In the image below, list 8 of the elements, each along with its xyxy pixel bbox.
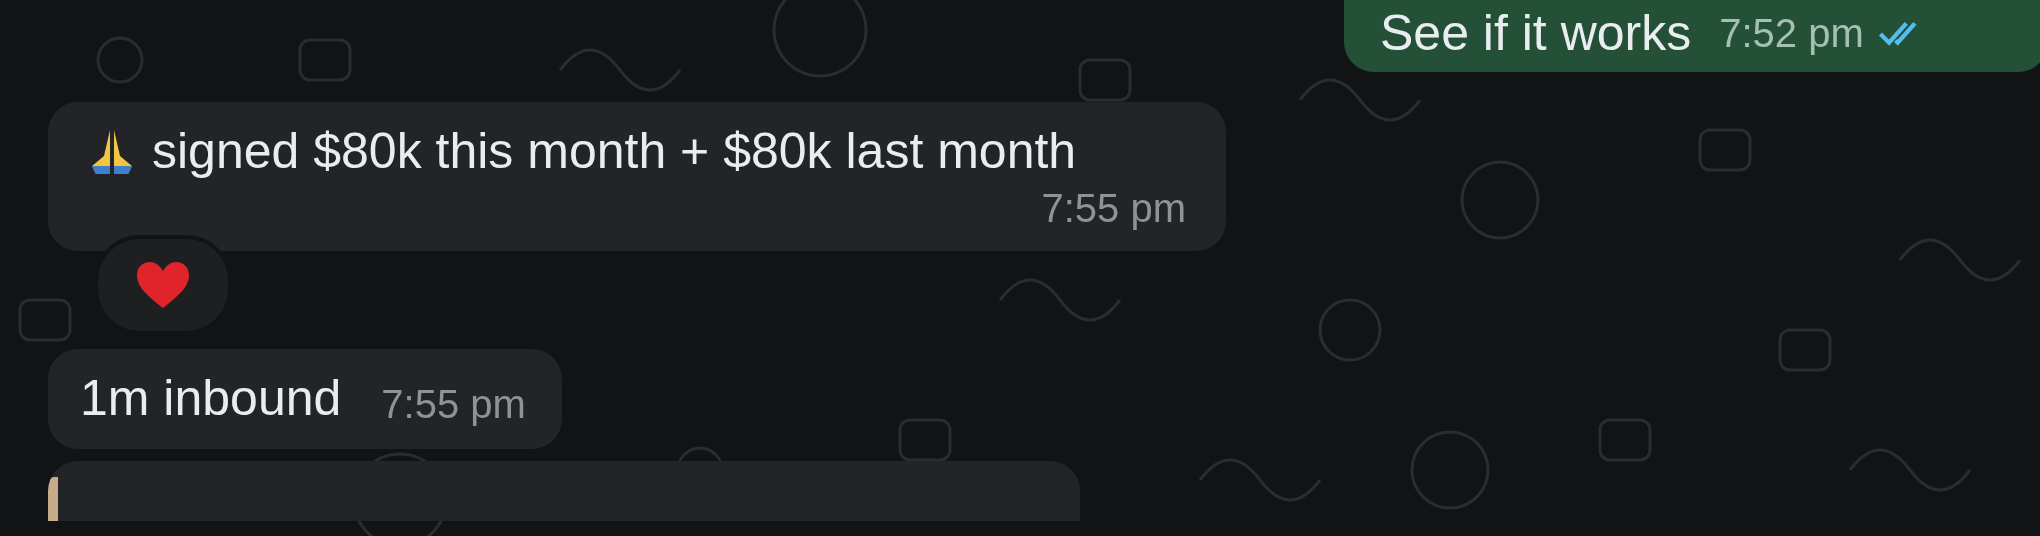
message-time: 7:55 pm (381, 382, 526, 427)
message-text: 1m inbound (80, 369, 342, 427)
heart-icon (135, 260, 191, 310)
message-time: 7:52 pm (1719, 10, 1864, 56)
image-thumbnail (48, 477, 58, 521)
message-time: 7:55 pm (1041, 186, 1186, 231)
message-text: signed $80k this month + $80k last month (152, 122, 1077, 180)
message-text: See if it works (1380, 4, 1692, 62)
